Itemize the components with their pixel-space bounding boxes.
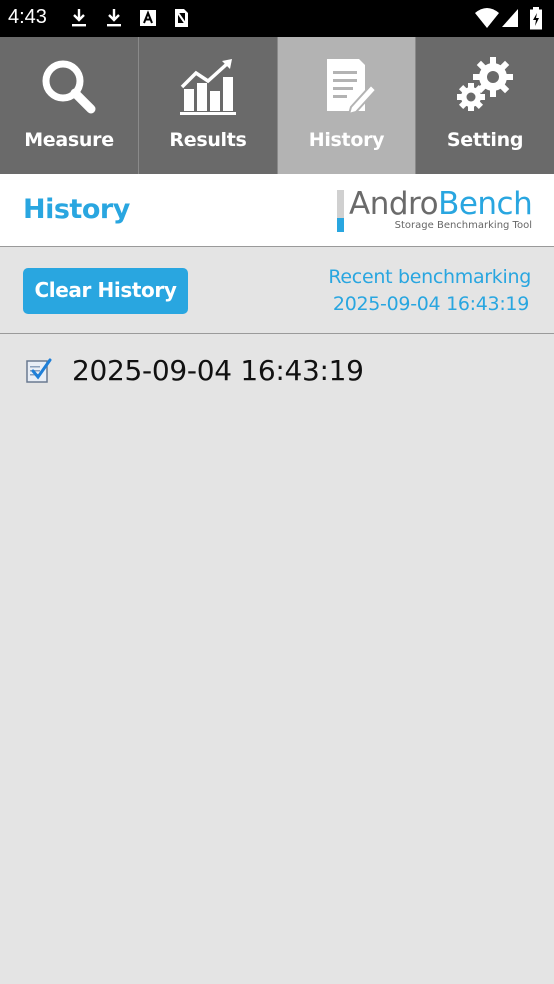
history-date: 2025-09-04 16:43:19: [72, 354, 364, 387]
logo-text: AndroBench: [349, 186, 533, 222]
recent-benchmarking-date: 2025-09-04 16:43:19: [332, 293, 529, 315]
gears-icon: [457, 57, 513, 111]
magnifier-icon: [42, 60, 96, 114]
page-title: History: [23, 194, 130, 225]
tab-measure[interactable]: Measure: [0, 37, 139, 174]
no-sim-card-icon: [175, 9, 188, 27]
tab-setting[interactable]: Setting: [416, 37, 554, 174]
download-icon: [72, 9, 86, 27]
checked-document-icon: [26, 358, 52, 383]
recent-benchmarking-label: Recent benchmarking: [328, 266, 531, 288]
battery-icon: [530, 7, 542, 30]
logo-andro: Andro: [349, 186, 439, 222]
action-row: Clear History Recent benchmarking 2025-0…: [0, 248, 554, 334]
status-bar: 4:43: [0, 0, 554, 37]
document-edit-icon: [326, 59, 377, 116]
font-icon: [140, 10, 156, 26]
history-list: 2025-09-04 16:43:19: [0, 335, 554, 407]
bar-chart-icon: [180, 59, 236, 115]
tab-label: History: [308, 129, 385, 151]
signal-icon: [502, 9, 518, 27]
logo-bench: Bench: [438, 186, 533, 222]
tab-bar: Measure Results History Setting: [0, 37, 554, 174]
tab-label: Measure: [24, 129, 114, 151]
list-item[interactable]: 2025-09-04 16:43:19: [0, 335, 554, 407]
download-icon: [107, 9, 121, 27]
tab-label: Setting: [446, 129, 524, 151]
tab-history[interactable]: History: [278, 37, 416, 174]
logo-bar-accent: [337, 218, 344, 232]
page-header: History AndroBench Storage Benchmarking …: [0, 174, 554, 247]
tab-results[interactable]: Results: [139, 37, 278, 174]
tab-label: Results: [169, 129, 247, 151]
status-time: 4:43: [8, 6, 47, 28]
wifi-icon: [475, 8, 499, 28]
androbench-logo: AndroBench Storage Benchmarking Tool: [337, 186, 537, 236]
clear-history-button[interactable]: Clear History: [23, 268, 188, 314]
logo-subtitle: Storage Benchmarking Tool: [394, 220, 532, 231]
